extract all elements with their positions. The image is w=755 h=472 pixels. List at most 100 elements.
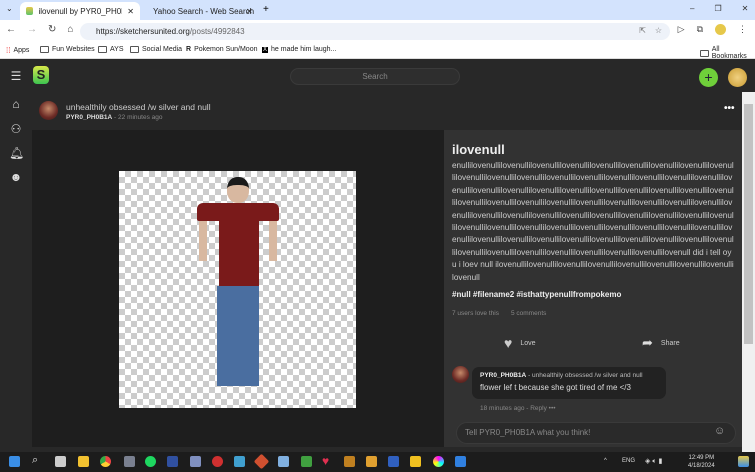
search-input[interactable]: Search	[290, 68, 460, 85]
copilot-icon[interactable]	[738, 456, 749, 467]
app-icon[interactable]	[344, 456, 355, 467]
clock-time[interactable]: 12:49 PM	[688, 454, 715, 462]
love-label: Love	[520, 339, 536, 347]
address-bar[interactable]: https://sketchersunited.org/posts/499284…	[80, 23, 670, 40]
user-avatar[interactable]	[728, 68, 747, 87]
x-icon: X	[262, 46, 269, 53]
close-icon[interactable]: ✕	[127, 7, 134, 16]
profile-avatar[interactable]	[715, 24, 726, 35]
maximize-button[interactable]: ❐	[714, 4, 721, 13]
home-icon[interactable]: ⌂	[67, 24, 73, 35]
forward-icon[interactable]: →	[27, 24, 37, 35]
folder-icon	[700, 49, 709, 57]
tab-title: ilovenull by PYR0_PH0B1A on S	[38, 6, 122, 16]
commenter-avatar[interactable]	[452, 366, 469, 383]
emoji-icon[interactable]: ☺	[714, 425, 725, 437]
comment-input[interactable]: Tell PYR0_PH0B1A what you think!	[456, 422, 736, 444]
calculator-icon[interactable]	[124, 456, 135, 467]
tab-search-button[interactable]: ⌄	[6, 4, 13, 13]
r-icon: R	[186, 46, 192, 53]
chrome-icon[interactable]	[100, 456, 111, 467]
tab-yahoo[interactable]: Yahoo Search - Web Search ✕	[142, 2, 258, 20]
spotify-icon[interactable]	[145, 456, 156, 467]
create-post-button[interactable]: +	[699, 68, 718, 87]
tab-active[interactable]: ilovenull by PYR0_PH0B1A on S ✕	[20, 2, 140, 20]
app-icon[interactable]	[366, 456, 377, 467]
open-in-icon[interactable]: ⇱	[639, 26, 646, 35]
clock-date[interactable]: 4/18/2024	[688, 462, 715, 470]
file-explorer-icon[interactable]	[78, 456, 89, 467]
back-icon[interactable]: ←	[6, 24, 16, 35]
wifi-volume-battery-icon[interactable]: ◈ 🔈︎ ▮	[645, 457, 662, 466]
menu-icon[interactable]: ⋮	[738, 24, 747, 35]
app-icon[interactable]	[190, 456, 201, 467]
apps-grid-icon: ⁞⁞	[6, 46, 11, 55]
love-count[interactable]: 7 users love this	[452, 310, 499, 317]
tray-chevron-icon[interactable]: ^	[604, 458, 607, 464]
app-icon[interactable]	[212, 456, 223, 467]
search-icon[interactable]: ⌕	[32, 454, 38, 467]
notepad-icon[interactable]	[234, 456, 245, 467]
heart-app-icon[interactable]: ♥	[322, 454, 329, 468]
heart-icon: ♥	[504, 335, 513, 351]
home-icon[interactable]: ⌂	[9, 97, 23, 111]
palette-icon[interactable]: ☻	[9, 170, 23, 184]
comment-count[interactable]: 5 comments	[511, 310, 546, 317]
bookmark-label: AYS	[110, 46, 124, 53]
comment-bubble: PYR0_PH0B1A - unhealthily obsessed /w si…	[472, 367, 666, 399]
scrollbar-thumb[interactable]	[744, 104, 753, 344]
hamburger-menu-icon[interactable]: ☰	[9, 69, 23, 83]
binoculars-icon[interactable]: ⚇	[9, 122, 23, 136]
tab-strip: ⌄ ilovenull by PYR0_PH0B1A on S ✕ Yahoo …	[0, 0, 755, 20]
author-name[interactable]: PYR0_PH0B1A	[66, 114, 112, 121]
bell-icon[interactable]: 🔔︎	[9, 146, 24, 160]
reply-link[interactable]: Reply	[530, 405, 547, 412]
taskbar: ⌕ ♥ ^ ENG ◈ 🔈︎ ▮ 12:49 PM 4/18/2024	[0, 452, 755, 472]
app-icon[interactable]	[388, 456, 399, 467]
send-icon[interactable]: ▷	[678, 24, 685, 35]
comment-author[interactable]: PYR0_PH0B1A	[480, 372, 526, 379]
app-icon[interactable]	[433, 456, 444, 467]
post-tags[interactable]: #null #filename2 #isthattypenullfrompoke…	[452, 290, 621, 299]
folder-icon	[130, 46, 139, 53]
site-logo[interactable]: S	[33, 66, 49, 84]
share-button[interactable]: ➦ Share	[642, 335, 680, 351]
app-a2-icon[interactable]	[167, 456, 178, 467]
all-bookmarks[interactable]: All Bookmarks	[700, 46, 755, 60]
close-icon[interactable]: ✕	[246, 7, 253, 16]
comment-time: 18 minutes ago	[480, 405, 525, 412]
new-tab-button[interactable]: +	[263, 4, 269, 15]
bookmark-fun-websites[interactable]: Fun Websites	[40, 46, 95, 53]
url-path: /posts/4992843	[189, 27, 245, 36]
more-options-icon[interactable]: •••	[724, 103, 735, 114]
post-description: enullilovenullilovenullilovenullilovenul…	[452, 161, 734, 282]
bookmark-star-icon[interactable]: ☆	[655, 26, 662, 35]
love-button[interactable]: ♥ Love	[504, 335, 536, 351]
bookmark-apps[interactable]: ⁞⁞ Apps	[6, 46, 29, 55]
minimize-button[interactable]: –	[690, 4, 694, 13]
bookmark-label: Pokemon Sun/Moon	[194, 46, 258, 53]
comment-text: flower lef t because she got tired of me…	[480, 383, 631, 392]
bookmark-label: Social Media	[142, 46, 183, 53]
language-indicator[interactable]: ENG	[622, 458, 635, 464]
post-artwork[interactable]	[119, 171, 356, 408]
author-avatar[interactable]	[39, 101, 58, 120]
app-icon[interactable]	[278, 456, 289, 467]
bookmark-social-media[interactable]: Social Media	[130, 46, 182, 53]
folder-icon	[40, 46, 49, 53]
bookmark-pokemon[interactable]: R Pokemon Sun/Moon	[186, 46, 258, 53]
start-icon[interactable]	[9, 456, 20, 467]
task-view-icon[interactable]	[55, 456, 66, 467]
window-close-button[interactable]: ✕	[742, 4, 749, 13]
bookmark-tweet[interactable]: Xhe made him laugh...	[262, 46, 336, 53]
minecraft-icon[interactable]	[301, 456, 312, 467]
share-icon: ➦	[642, 335, 653, 350]
app-icon[interactable]	[410, 456, 421, 467]
app-icon[interactable]	[253, 453, 270, 470]
app-icon[interactable]	[455, 456, 466, 467]
comment-more-icon[interactable]: •••	[549, 405, 556, 412]
bookmark-label: he made him laugh...	[271, 46, 337, 53]
extensions-icon[interactable]: ⧉	[697, 24, 703, 35]
bookmark-ays[interactable]: AYS	[98, 46, 124, 53]
reload-icon[interactable]: ↻	[48, 24, 56, 35]
